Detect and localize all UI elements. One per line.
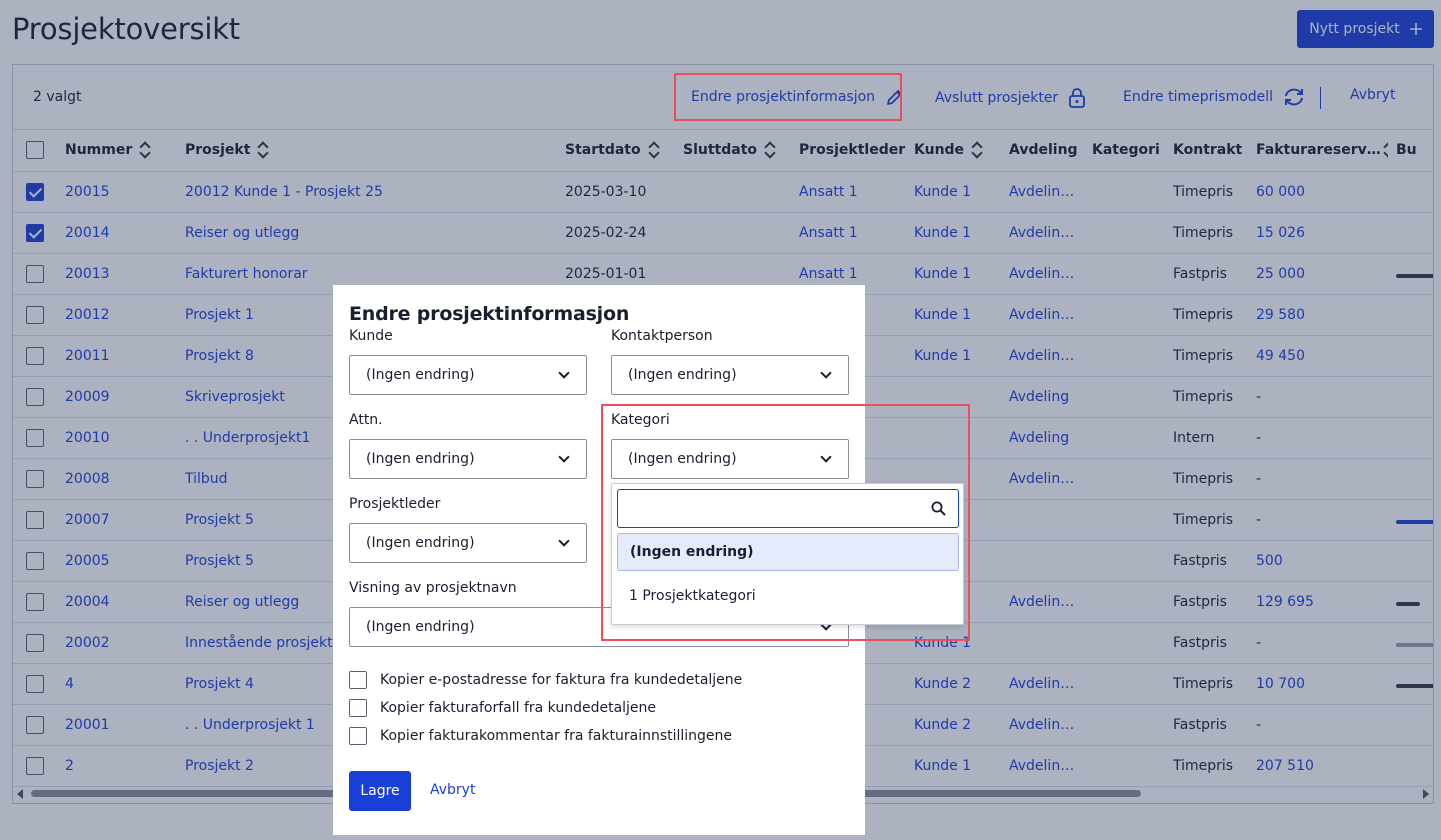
copy-due-label: Kopier fakturaforfall fra kundedetaljene: [380, 700, 657, 716]
chevron-down-icon: [558, 535, 570, 547]
contact-select-value: (Ingen endring): [628, 367, 737, 383]
chevron-down-icon: [820, 451, 832, 463]
category-search-input[interactable]: [617, 489, 959, 528]
copy-comment-label: Kopier fakturakommentar fra fakturainnst…: [380, 728, 733, 744]
manager-label: Prosjektleder: [349, 496, 441, 512]
customer-select-value: (Ingen endring): [366, 367, 475, 383]
chevron-down-icon: [558, 367, 570, 379]
category-select-value: (Ingen endring): [628, 451, 737, 467]
category-dropdown: (Ingen endring) 1 Prosjektkategori: [611, 483, 964, 625]
display-name-select-value: (Ingen endring): [366, 619, 475, 635]
search-icon: [931, 501, 946, 516]
contact-label: Kontaktperson: [611, 328, 713, 344]
copy-comment-option[interactable]: Kopier fakturakommentar fra fakturainnst…: [349, 727, 732, 745]
copy-email-checkbox[interactable]: [349, 671, 367, 689]
chevron-down-icon: [820, 367, 832, 379]
dialog-title: Endre prosjektinformasjon: [349, 303, 630, 325]
manager-select[interactable]: (Ingen endring): [349, 523, 587, 563]
attn-label: Attn.: [349, 412, 383, 428]
customer-select[interactable]: (Ingen endring): [349, 355, 587, 395]
save-button[interactable]: Lagre: [349, 771, 411, 811]
contact-select[interactable]: (Ingen endring): [611, 355, 849, 395]
customer-label: Kunde: [349, 328, 393, 344]
copy-comment-checkbox[interactable]: [349, 727, 367, 745]
copy-due-checkbox[interactable]: [349, 699, 367, 717]
category-select[interactable]: (Ingen endring): [611, 439, 849, 479]
category-label: Kategori: [611, 412, 670, 428]
display-name-label: Visning av prosjektnavn: [349, 580, 517, 596]
copy-email-option[interactable]: Kopier e-postadresse for faktura fra kun…: [349, 671, 742, 689]
chevron-down-icon: [558, 451, 570, 463]
manager-select-value: (Ingen endring): [366, 535, 475, 551]
copy-due-option[interactable]: Kopier fakturaforfall fra kundedetaljene: [349, 699, 656, 717]
attn-select-value: (Ingen endring): [366, 451, 475, 467]
category-option[interactable]: 1 Prosjektkategori: [617, 577, 959, 615]
attn-select[interactable]: (Ingen endring): [349, 439, 587, 479]
category-option[interactable]: (Ingen endring): [617, 533, 959, 571]
dialog-cancel-button[interactable]: Avbryt: [430, 782, 475, 798]
copy-email-label: Kopier e-postadresse for faktura fra kun…: [380, 672, 743, 688]
